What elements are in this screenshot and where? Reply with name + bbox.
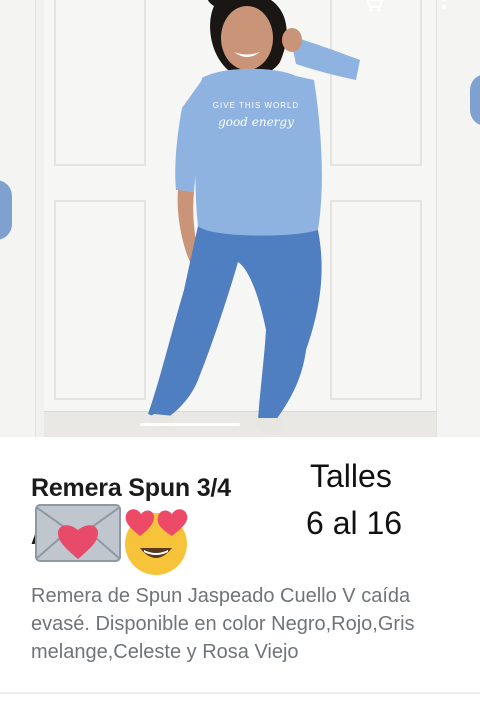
heart-eyes-emoji-icon [125, 509, 188, 575]
love-letter-emoji-icon [35, 504, 121, 562]
previous-image-peek[interactable] [0, 0, 36, 437]
model-figure: GIVE THIS WORLD good energy [148, 0, 360, 434]
next-image-sleeve [470, 74, 480, 126]
product-title: Remera Spun 3/4 [31, 474, 231, 502]
cart-icon[interactable] [362, 0, 384, 17]
sizes-heading: Talles [310, 458, 392, 494]
previous-image-sleeve [0, 180, 12, 240]
shirt-print-line-2: good energy [218, 115, 294, 129]
sizes-range: 6 al 16 [306, 505, 403, 541]
product-photo[interactable]: GIVE THIS WORLD good energy [44, 0, 436, 437]
divider [0, 692, 480, 694]
more-vert-icon[interactable] [440, 0, 448, 17]
product-image-carousel[interactable]: GIVE THIS WORLD good energy [0, 0, 480, 437]
next-image-peek[interactable] [436, 0, 480, 437]
carousel-scroll-indicator [140, 423, 240, 426]
shirt-print-line-1: GIVE THIS WORLD [213, 101, 299, 110]
product-description: Remera de Spun Jaspeado Cuello V caída e… [31, 585, 415, 663]
